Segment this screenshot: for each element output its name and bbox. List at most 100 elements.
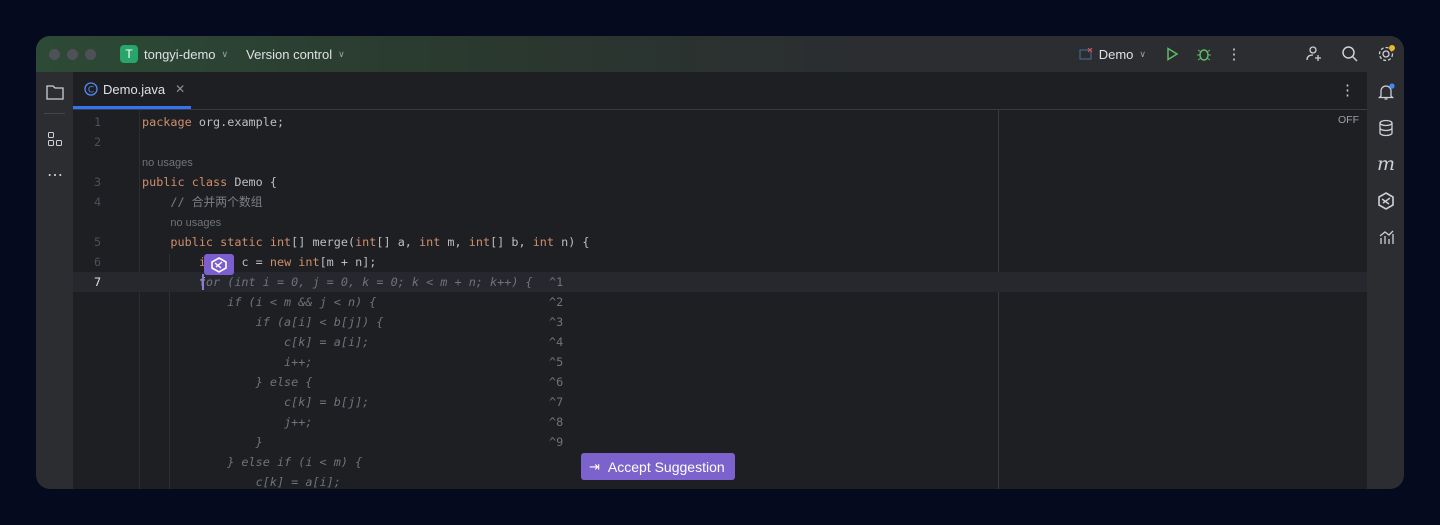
line-code: package org.example; (142, 112, 284, 132)
no-usages-hint[interactable]: no usages (142, 157, 193, 169)
code-token: [m + n]; (319, 255, 377, 269)
code-editor[interactable]: OFF 1 package org.example; 2 no usages 3 publ… (73, 110, 1367, 489)
line-number-text: 4 (94, 195, 102, 209)
code-line: 7 for (int i = 0, j = 0, k = 0; k < m + … (73, 272, 1367, 292)
code-line: 1 package org.example; (73, 112, 1367, 132)
more-actions-button[interactable]: ⋮ (1222, 42, 1246, 66)
maven-icon: m (1376, 153, 1396, 175)
line-code: j++; (142, 412, 312, 432)
ai-suggestion-text: c[k] = a[i]; (142, 475, 341, 489)
chevron-down-icon: ∨ (338, 48, 345, 59)
line-number-text: 7 (94, 275, 102, 289)
gear-icon (1378, 45, 1395, 62)
more-horizontal-icon: ⋯ (47, 167, 63, 184)
code-token: int (419, 235, 441, 249)
code-token: new int (269, 255, 320, 269)
line-code: public static int[] merge(int[] a, int m… (142, 232, 590, 252)
run-config-icon (1079, 48, 1093, 60)
code-line: } else {^6 (73, 372, 1367, 392)
project-tool-button[interactable] (43, 80, 67, 104)
code-token: package (142, 115, 199, 129)
debug-button[interactable] (1192, 42, 1216, 66)
chevron-down-icon: ∨ (221, 48, 229, 59)
tongyi-tool-button[interactable] (1374, 189, 1398, 213)
tab-label: Demo.java (103, 81, 166, 97)
tongyi-icon (211, 256, 227, 273)
no-usages-hint[interactable]: no usages (170, 217, 221, 229)
minimize-window-button[interactable] (67, 48, 78, 60)
line-code: int[] c = new int[m + n]; (142, 252, 377, 272)
code-line: j++; ^8 (73, 412, 1367, 432)
profiler-button[interactable] (1374, 225, 1398, 249)
line-code: if (i < m && j < n) { (142, 292, 376, 312)
ai-suggestion-text: c[k] = b[j]; (142, 395, 370, 409)
line-number-text: 5 (94, 235, 102, 249)
code-line: if (i < m && j < n) { ^2 (73, 292, 1367, 312)
ai-suggestion-text: } else if (i < m) { (142, 455, 363, 469)
suggestion-shortcut-hint: ^2 (549, 295, 564, 309)
code-token: // 合并两个数组 (142, 195, 263, 209)
ai-suggestion-text: if (a[i] < b[j]) { (142, 315, 384, 329)
left-tool-strip: ⋯ (36, 72, 74, 489)
usage-hint: no usages (73, 152, 1367, 172)
line-number-text: 2 (94, 135, 102, 149)
usage-hint: no usages (73, 212, 1367, 232)
bug-icon (1197, 49, 1211, 61)
suggestion-shortcut-hint: ^8 (549, 415, 564, 429)
code-line: 2 (73, 132, 1367, 152)
ai-assistant-badge[interactable] (204, 254, 234, 275)
code-line: } ^9 (73, 432, 1367, 452)
line-code: } else { (142, 372, 313, 392)
ai-suggestion-text: } else { (142, 375, 313, 389)
add-user-button[interactable] (1302, 42, 1326, 66)
structure-tool-button[interactable] (43, 127, 67, 151)
code-line: 6 int[] c = new int[m + n]; (73, 252, 1367, 272)
line-code: for (int i = 0, j = 0, k = 0; k < m + n;… (142, 272, 533, 292)
suggestion-shortcut-hint: ^5 (549, 355, 564, 369)
line-code: c[k] = a[i]; (142, 332, 369, 352)
line-code: } (142, 432, 263, 452)
suggestion-shortcut-hint: ^4 (549, 335, 564, 349)
run-config-name: Demo (1098, 46, 1134, 62)
accept-suggestion-button[interactable]: ⇥ Accept Suggestion (581, 453, 735, 480)
code-line: c[k] = a[i]; ^4 (73, 332, 1367, 352)
database-icon (1379, 119, 1393, 137)
maximize-window-button[interactable] (85, 48, 96, 60)
line-code: // 合并两个数组 (142, 192, 263, 212)
search-button[interactable] (1338, 42, 1362, 66)
code-token: org.example; (198, 115, 285, 129)
line-code: if (a[i] < b[j]) { (142, 312, 384, 332)
project-name: tongyi-demo (144, 46, 216, 62)
maven-button[interactable]: m (1374, 152, 1398, 176)
line-code: c[k] = a[i]; (142, 472, 341, 489)
code-token: [] merge( (291, 235, 356, 249)
run-button[interactable] (1160, 42, 1184, 66)
text-caret (202, 274, 204, 290)
settings-button[interactable] (1374, 42, 1398, 66)
line-code: no usages (142, 152, 193, 173)
divider (44, 113, 65, 114)
tab-demo-java[interactable]: C Demo.java ✕ (73, 72, 191, 109)
close-window-button[interactable] (49, 48, 60, 60)
vcs-menu[interactable]: Version control ∨ (246, 47, 345, 62)
database-button[interactable] (1374, 116, 1398, 140)
close-tab-icon[interactable]: ✕ (175, 82, 185, 96)
code-token: n) { (554, 235, 590, 249)
ai-suggestion-text: } (142, 435, 263, 449)
project-selector[interactable]: T tongyi-demo ∨ (120, 45, 228, 63)
notifications-button[interactable] (1374, 80, 1398, 104)
code-line: 4 // 合并两个数组 (73, 192, 1367, 212)
ai-suggestion-text: if (i < m && j < n) { (142, 295, 377, 309)
code-token: public static int (142, 235, 292, 249)
tab-options-button[interactable]: ⋮ (1340, 81, 1355, 99)
code-token: m, (440, 235, 469, 249)
editor-tab-bar: C Demo.java ✕ ⋮ (73, 72, 1367, 110)
chevron-down-icon: ∨ (1139, 48, 1146, 59)
accept-suggestion-label: Accept Suggestion (607, 458, 725, 475)
code-line: if (a[i] < b[j]) {^3 (73, 312, 1367, 332)
run-config-selector[interactable]: Demo ∨ (1079, 47, 1146, 62)
ai-suggestion-text: j++; (142, 415, 313, 429)
code-token: f (142, 275, 206, 289)
ai-suggestion-text: or (int i = 0, j = 0, k = 0; k < m + n; … (205, 275, 533, 289)
more-tools-button[interactable]: ⋯ (43, 163, 67, 187)
